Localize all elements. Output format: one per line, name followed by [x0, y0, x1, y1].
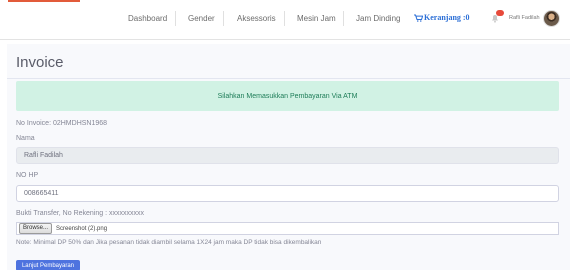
notification-badge: [496, 10, 504, 16]
page-title: Invoice: [16, 54, 64, 71]
nav-aksessoris[interactable]: Aksessoris: [237, 14, 276, 23]
invoice-number: No Invoice: 02HMDHSN1968: [16, 120, 108, 127]
nama-label: Nama: [16, 135, 35, 142]
file-name: Screenshot (2).png: [56, 225, 108, 232]
nav-dashboard[interactable]: Dashboard: [128, 14, 167, 23]
submit-button[interactable]: Lanjut Pembayaran: [16, 260, 80, 270]
dp-note: Note: Minimal DP 50% dan Jika pesanan ti…: [16, 239, 322, 246]
nav-divider: [175, 11, 176, 26]
hp-label: NO HP: [16, 172, 39, 179]
bukti-transfer-label: Bukti Transfer, No Rekening : xxxxxxxxxx: [16, 210, 144, 217]
cart-label: Keranjang :0: [424, 13, 470, 22]
cart-icon: [414, 13, 423, 22]
avatar[interactable]: [543, 10, 560, 27]
nav-divider: [284, 11, 285, 26]
alert-text: Silahkan Memasukkan Pembayaran Via ATM: [217, 92, 358, 100]
topbar-accent-line: [8, 0, 80, 2]
hp-value: 008665411: [24, 190, 59, 197]
nav-gender[interactable]: Gender: [188, 14, 215, 23]
nav-divider: [223, 11, 224, 26]
submit-label: Lanjut Pembayaran: [21, 262, 75, 269]
hp-field[interactable]: 008665411: [16, 185, 559, 202]
cart-link[interactable]: Keranjang :0: [414, 13, 470, 22]
nav-divider: [343, 11, 344, 26]
browse-button[interactable]: Browse...: [19, 223, 53, 234]
file-input[interactable]: Browse... Screenshot (2).png: [16, 222, 559, 235]
nama-field: Rafli Fadilah: [16, 147, 559, 164]
nama-value: Rafli Fadilah: [24, 152, 63, 159]
top-navbar: Dashboard Gender Aksessoris Mesin Jam Ja…: [0, 0, 570, 40]
nav-jam-dinding[interactable]: Jam Dinding: [356, 14, 400, 23]
payment-alert: Silahkan Memasukkan Pembayaran Via ATM: [16, 81, 559, 111]
divider: [7, 78, 570, 79]
invoice-panel: Invoice Silahkan Memasukkan Pembayaran V…: [7, 44, 570, 270]
nav-mesin-jam[interactable]: Mesin Jam: [297, 14, 336, 23]
user-name[interactable]: Rafli Fadilah: [509, 15, 540, 21]
